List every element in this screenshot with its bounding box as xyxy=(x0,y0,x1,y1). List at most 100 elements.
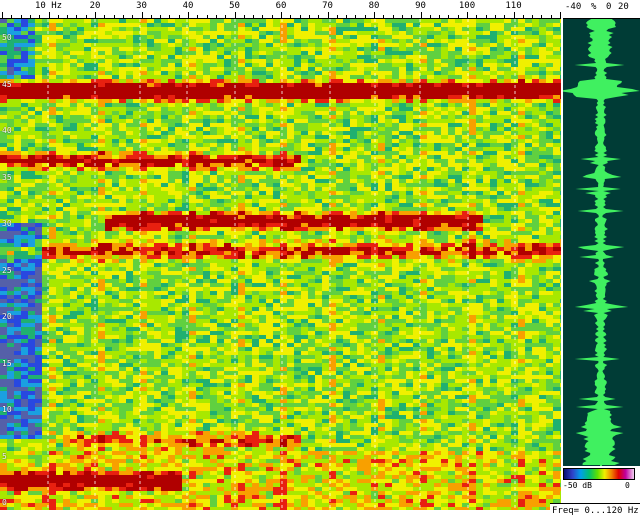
ruler-tick xyxy=(551,15,552,18)
ruler-tick xyxy=(541,15,542,18)
ruler-label: 90 xyxy=(415,1,426,11)
ruler-tick xyxy=(458,15,459,18)
ruler-tick xyxy=(532,15,533,18)
palette-min-label: -50 dB xyxy=(563,481,592,490)
ruler-tick xyxy=(337,15,338,18)
ruler-tick xyxy=(421,12,422,18)
ruler-label: 30 xyxy=(136,1,147,11)
frequency-status: Freq= 0...120 Hz xyxy=(550,503,640,518)
time-axis-label: 50 xyxy=(2,33,12,42)
ruler-tick xyxy=(328,12,329,18)
ruler-tick xyxy=(179,15,180,18)
ruler-tick xyxy=(11,15,12,18)
ruler-tick xyxy=(197,15,198,18)
ruler-tick xyxy=(123,15,124,18)
frequency-ruler: 10 Hz 20 30 40 50 60 70 80 90 100 110 xyxy=(0,0,561,19)
ruler-tick xyxy=(151,15,152,18)
spectrogram-display[interactable]: 50454035302520151050 xyxy=(0,19,561,510)
ruler-tick xyxy=(383,15,384,18)
ruler-tick xyxy=(253,15,254,18)
ruler-tick xyxy=(67,15,68,18)
ruler-tick xyxy=(393,15,394,18)
wave-scale-left: -40 xyxy=(565,2,581,12)
waveform-trace xyxy=(563,19,640,466)
ruler-tick xyxy=(86,15,87,18)
ruler-tick xyxy=(281,12,282,18)
ruler-tick xyxy=(504,15,505,18)
ruler-tick xyxy=(49,12,50,18)
time-axis-label: 5 xyxy=(2,452,7,461)
time-axis-label: 35 xyxy=(2,173,12,182)
ruler-label: 60 xyxy=(276,1,287,11)
ruler-tick xyxy=(216,15,217,18)
wave-scale-mid: 0 xyxy=(606,2,611,12)
ruler-label: 100 xyxy=(459,1,475,11)
ruler-tick xyxy=(114,15,115,18)
palette-gradient xyxy=(563,468,635,480)
ruler-tick xyxy=(39,15,40,18)
ruler-tick xyxy=(95,12,96,18)
ruler-tick xyxy=(169,15,170,18)
ruler-tick xyxy=(318,15,319,18)
color-palette[interactable]: -50 dB 0 xyxy=(563,468,635,492)
ruler-tick xyxy=(235,12,236,18)
waveform-ruler: -40 % 0 20 xyxy=(563,0,640,19)
ruler-tick xyxy=(495,15,496,18)
waveform-panel[interactable] xyxy=(563,19,640,466)
ruler-tick xyxy=(448,15,449,18)
ruler-label: 10 Hz xyxy=(35,1,62,11)
ruler-tick xyxy=(300,15,301,18)
ruler-tick xyxy=(104,15,105,18)
ruler-tick xyxy=(355,15,356,18)
ruler-tick xyxy=(142,12,143,18)
ruler-tick xyxy=(486,15,487,18)
ruler-tick xyxy=(21,15,22,18)
wave-scale-unit: % xyxy=(591,2,596,12)
ruler-tick xyxy=(430,15,431,18)
ruler-label: 50 xyxy=(229,1,240,11)
spectrogram-window: 10 Hz2030405060708090100110 504540353025… xyxy=(0,0,640,518)
ruler-tick xyxy=(244,15,245,18)
ruler-tick xyxy=(365,15,366,18)
time-axis-label: 15 xyxy=(2,359,12,368)
wave-scale-right: 20 xyxy=(618,2,629,12)
time-axis-label: 30 xyxy=(2,219,12,228)
ruler-tick xyxy=(346,15,347,18)
time-axis-label: 20 xyxy=(2,312,12,321)
ruler-tick xyxy=(439,15,440,18)
ruler-label: 110 xyxy=(505,1,521,11)
ruler-tick xyxy=(30,15,31,18)
ruler-tick xyxy=(76,15,77,18)
time-axis-label: 10 xyxy=(2,405,12,414)
ruler-tick xyxy=(290,15,291,18)
ruler-tick xyxy=(160,15,161,18)
ruler-tick xyxy=(467,12,468,18)
ruler-tick xyxy=(476,15,477,18)
ruler-tick xyxy=(132,15,133,18)
time-axis-label: 40 xyxy=(2,126,12,135)
ruler-tick xyxy=(207,15,208,18)
ruler-tick xyxy=(514,12,515,18)
spectrogram-canvas xyxy=(0,19,561,510)
ruler-tick xyxy=(2,12,3,18)
ruler-tick xyxy=(225,15,226,18)
ruler-tick xyxy=(411,15,412,18)
ruler-tick xyxy=(402,15,403,18)
ruler-tick xyxy=(58,15,59,18)
ruler-tick xyxy=(262,15,263,18)
ruler-label: 70 xyxy=(322,1,333,11)
ruler-tick xyxy=(188,12,189,18)
ruler-tick xyxy=(272,15,273,18)
time-axis-label: 25 xyxy=(2,266,12,275)
ruler-tick xyxy=(309,15,310,18)
time-axis-label: 0 xyxy=(2,498,7,507)
ruler-label: 40 xyxy=(183,1,194,11)
ruler-label: 20 xyxy=(90,1,101,11)
ruler-label: 80 xyxy=(369,1,380,11)
ruler-tick xyxy=(523,15,524,18)
palette-max-label: 0 xyxy=(625,481,630,490)
time-axis-label: 45 xyxy=(2,80,12,89)
bottom-margin xyxy=(0,510,561,518)
ruler-tick xyxy=(374,12,375,18)
ruler-tick xyxy=(560,12,561,18)
